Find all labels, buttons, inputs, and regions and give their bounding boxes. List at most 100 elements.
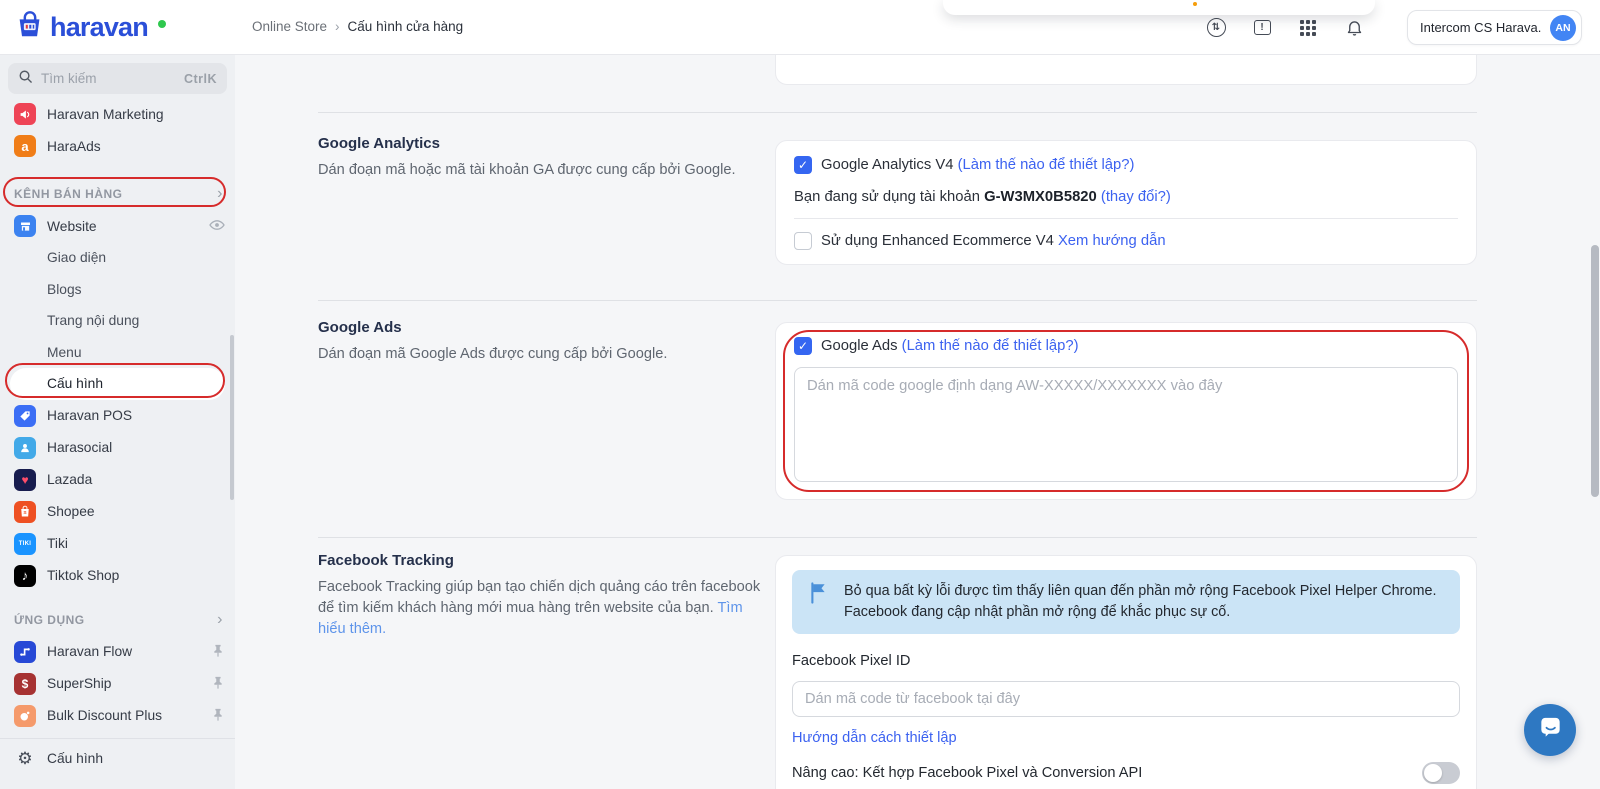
google-ads-title: Google Ads <box>318 319 763 336</box>
sidebar-item-website[interactable]: Website <box>0 210 235 242</box>
fb-setup-guide-link[interactable]: Hướng dẫn cách thiết lập <box>792 730 957 746</box>
google-analytics-card: ✓ Google Analytics V4 (Làm thế nào để th… <box>775 140 1477 265</box>
facebook-tracking-title: Facebook Tracking <box>318 552 763 569</box>
sync-status-icon[interactable]: ⇅ <box>1205 17 1227 39</box>
popup-notification-dot <box>1193 2 1197 6</box>
google-ads-card: ✓ Google Ads (Làm thế nào để thiết lập?) <box>775 322 1477 500</box>
fb-conversion-api-toggle[interactable] <box>1422 762 1460 784</box>
bell-icon[interactable] <box>1343 17 1365 39</box>
sidebar-item-giao-dien[interactable]: Giao diện <box>0 242 235 274</box>
sidebar-section-apps[interactable]: ỨNG DỤNG › <box>0 604 235 636</box>
sidebar-section-sales-channels[interactable]: KÊNH BÁN HÀNG › <box>0 178 235 210</box>
fb-info-banner: Bỏ qua bất kỳ lỗi được tìm thấy liên qua… <box>792 570 1460 634</box>
pin-icon[interactable] <box>211 707 225 725</box>
enhanced-guide-link[interactable]: Xem hướng dẫn <box>1058 233 1166 249</box>
pin-icon[interactable] <box>211 643 225 661</box>
fb-banner-text: Bỏ qua bất kỳ lỗi được tìm thấy liên qua… <box>844 581 1444 623</box>
sidebar-item-haravan-flow[interactable]: Haravan Flow <box>0 636 235 668</box>
account-name: Intercom CS Harava... <box>1420 20 1542 35</box>
sidebar-item-shopee[interactable]: S Shopee <box>0 496 235 528</box>
fb-advanced-label: Nâng cao: Kết hợp Facebook Pixel và Conv… <box>792 765 1142 781</box>
chevron-right-icon: › <box>217 611 223 629</box>
fb-pixel-id-label: Facebook Pixel ID <box>792 653 1460 669</box>
sidebar-item-label: Shopee <box>47 504 95 519</box>
ga-change-link[interactable]: (thay đổi?) <box>1101 189 1171 205</box>
google-ads-label-col: Google Ads Dán đoạn mã Google Ads được c… <box>318 319 763 365</box>
section-divider <box>318 537 1477 538</box>
tiktok-icon: ♪ <box>14 565 36 587</box>
sidebar-item-tiki[interactable]: TIKI Tiki <box>0 528 235 560</box>
avatar: AN <box>1550 15 1576 41</box>
sidebar-item-cau-hinh-active[interactable]: Cấu hình <box>10 368 225 400</box>
haravan-logo[interactable]: haravan <box>14 10 166 45</box>
previous-card-partial <box>775 55 1477 85</box>
google-ads-code-textarea[interactable] <box>794 367 1458 482</box>
google-ads-label: Google Ads <box>821 338 898 354</box>
google-ads-checkbox[interactable]: ✓ <box>794 337 812 355</box>
sidebar-item-harasocial[interactable]: Harasocial <box>0 432 235 464</box>
apps-grid-icon[interactable] <box>1297 17 1319 39</box>
sidebar-item-label: Bulk Discount Plus <box>47 708 162 723</box>
bulk-discount-plus-icon <box>14 705 36 727</box>
sidebar-item-label: Lazada <box>47 472 92 487</box>
sidebar-item-label: Tiki <box>47 536 68 551</box>
sub-item-label: Blogs <box>47 282 82 297</box>
sidebar-item-lazada[interactable]: ♥ Lazada <box>0 464 235 496</box>
feedback-icon[interactable]: ! <box>1251 17 1273 39</box>
ga-v4-checkbox[interactable]: ✓ <box>794 156 812 174</box>
chevron-right-icon: › <box>217 185 223 203</box>
main-content: Google Analytics Dán đoạn mã hoặc mã tài… <box>235 55 1600 789</box>
intercom-chat-button[interactable] <box>1524 704 1576 756</box>
breadcrumb-parent[interactable]: Online Store <box>252 19 327 34</box>
sidebar-item-menu[interactable]: Menu <box>0 337 235 369</box>
facebook-tracking-label-col: Facebook Tracking Facebook Tracking giúp… <box>318 552 763 640</box>
shopee-icon: S <box>14 501 36 523</box>
search-shortcut: CtrlK <box>184 72 217 86</box>
dismissed-popup-remnant <box>943 0 1375 15</box>
sidebar-item-haravan-marketing[interactable]: Haravan Marketing <box>0 98 235 130</box>
sidebar-item-label: Haravan POS <box>47 408 132 423</box>
sub-item-label: Trang nội dung <box>47 313 139 328</box>
website-storefront-icon <box>14 215 36 237</box>
fb-pixel-id-input[interactable] <box>792 681 1460 717</box>
search-icon <box>18 69 33 89</box>
search-placeholder: Tìm kiếm <box>41 71 176 86</box>
ga-account-prefix: Bạn đang sử dụng tài khoản <box>794 189 980 205</box>
sidebar-item-label: Tiktok Shop <box>47 568 119 583</box>
gear-icon: ⚙ <box>14 749 36 769</box>
sidebar-item-label: Website <box>47 219 97 234</box>
sidebar-item-label: HaraAds <box>47 139 101 154</box>
breadcrumb-separator-icon: › <box>335 19 340 34</box>
sidebar-item-label: SuperShip <box>47 676 111 691</box>
sidebar-item-label: Harasocial <box>47 440 112 455</box>
section-label: ỨNG DỤNG <box>14 613 85 627</box>
sidebar-item-blogs[interactable]: Blogs <box>0 274 235 306</box>
haraads-icon: a <box>14 135 36 157</box>
breadcrumb-current: Cấu hình cửa hàng <box>348 19 464 34</box>
sidebar-item-haravan-pos[interactable]: Haravan POS <box>0 400 235 432</box>
haravan-pos-icon <box>14 405 36 427</box>
haravan-flow-icon <box>14 641 36 663</box>
account-menu-button[interactable]: Intercom CS Harava... AN <box>1407 10 1582 45</box>
ga-setup-link[interactable]: (Làm thế nào để thiết lập?) <box>958 157 1135 173</box>
ga-v4-label: Google Analytics V4 <box>821 157 953 173</box>
tiki-icon: TIKI <box>14 533 36 555</box>
page-scrollbar[interactable] <box>1591 245 1599 497</box>
harasocial-icon <box>14 437 36 459</box>
eye-visibility-icon[interactable] <box>209 219 225 234</box>
search-input[interactable]: Tìm kiếm CtrlK <box>8 63 227 94</box>
enhanced-ecommerce-checkbox[interactable] <box>794 232 812 250</box>
pin-icon[interactable] <box>211 675 225 693</box>
enhanced-ecommerce-label: Sử dụng Enhanced Ecommerce V4 <box>821 233 1054 249</box>
google-ads-setup-link[interactable]: (Làm thế nào để thiết lập?) <box>902 338 1079 354</box>
sidebar-item-tiktok-shop[interactable]: ♪ Tiktok Shop <box>0 560 235 592</box>
facebook-tracking-description: Facebook Tracking giúp bạn tạo chiến dịc… <box>318 577 763 640</box>
sidebar-item-bulk-discount-plus[interactable]: Bulk Discount Plus <box>0 700 235 732</box>
card-divider <box>794 218 1458 219</box>
sidebar-item-settings[interactable]: ⚙ Cấu hình <box>0 743 235 775</box>
sidebar-item-trang-noi-dung[interactable]: Trang nội dung <box>0 305 235 337</box>
sidebar: Tìm kiếm CtrlK Haravan Marketing a HaraA… <box>0 55 235 789</box>
sidebar-item-supership[interactable]: $ SuperShip <box>0 668 235 700</box>
facebook-tracking-card: Bỏ qua bất kỳ lỗi được tìm thấy liên qua… <box>775 555 1477 789</box>
sidebar-item-haraads[interactable]: a HaraAds <box>0 130 235 162</box>
